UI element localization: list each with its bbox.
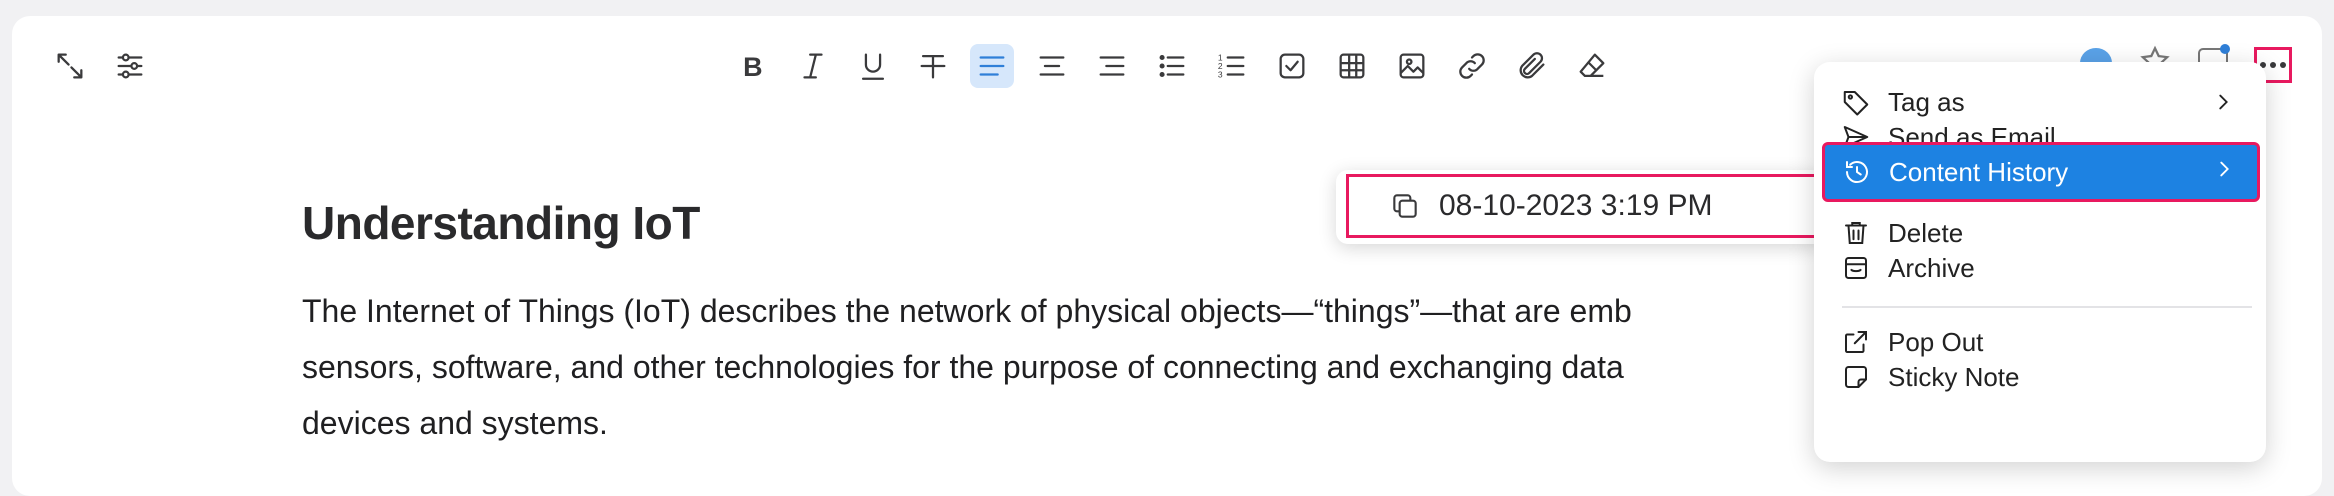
content-history-submenu: 08-10-2023 3:19 PM bbox=[1336, 170, 1828, 244]
sticky-note-icon bbox=[1840, 361, 1872, 393]
history-entry[interactable]: 08-10-2023 3:19 PM bbox=[1346, 174, 1828, 238]
bullet-list-icon[interactable] bbox=[1150, 44, 1194, 88]
menu-item-label: Sticky Note bbox=[1888, 361, 2020, 392]
more-dot bbox=[2270, 62, 2276, 68]
menu-item-sticky-note[interactable]: Sticky Note bbox=[1824, 353, 2256, 401]
align-center-icon[interactable] bbox=[1030, 44, 1074, 88]
body-line: sensors, software, and other technologie… bbox=[302, 349, 1624, 385]
svg-text:B: B bbox=[743, 52, 762, 82]
body-line: The Internet of Things (IoT) describes t… bbox=[302, 293, 1632, 329]
expand-icon[interactable] bbox=[48, 44, 92, 88]
strikethrough-icon[interactable] bbox=[911, 44, 955, 88]
note-body[interactable]: The Internet of Things (IoT) describes t… bbox=[302, 283, 1902, 451]
align-right-icon[interactable] bbox=[1090, 44, 1134, 88]
image-icon[interactable] bbox=[1390, 44, 1434, 88]
copy-icon bbox=[1393, 194, 1417, 218]
link-icon[interactable] bbox=[1450, 44, 1494, 88]
eraser-icon[interactable] bbox=[1570, 44, 1614, 88]
italic-icon[interactable] bbox=[791, 44, 835, 88]
menu-item-label: Content History bbox=[1889, 156, 2069, 187]
checklist-icon[interactable] bbox=[1270, 44, 1314, 88]
attachment-icon[interactable] bbox=[1510, 44, 1554, 88]
chevron-right-icon bbox=[2219, 94, 2228, 110]
history-entry-date: 08-10-2023 3:19 PM bbox=[1439, 189, 1713, 222]
note-title[interactable]: Understanding IoT bbox=[302, 196, 700, 250]
archive-icon bbox=[1840, 252, 1872, 284]
menu-item-label: Archive bbox=[1888, 252, 1975, 283]
body-line: devices and systems. bbox=[302, 405, 608, 441]
history-icon bbox=[1841, 156, 1873, 188]
align-left-icon[interactable] bbox=[970, 44, 1014, 88]
menu-divider bbox=[1842, 306, 2252, 308]
svg-text:3: 3 bbox=[1218, 69, 1223, 79]
more-options-menu: Tag as Send as Email Content History Del… bbox=[1814, 62, 2266, 462]
table-icon[interactable] bbox=[1330, 44, 1374, 88]
menu-item-content-history[interactable]: Content History bbox=[1822, 142, 2260, 202]
bold-icon[interactable]: B bbox=[731, 44, 775, 88]
notification-dot bbox=[2220, 44, 2230, 54]
more-dot bbox=[2280, 62, 2286, 68]
menu-item-archive[interactable]: Archive bbox=[1824, 244, 2256, 292]
underline-icon[interactable] bbox=[851, 44, 895, 88]
chevron-right-icon bbox=[2220, 161, 2229, 177]
sliders-icon[interactable] bbox=[108, 44, 152, 88]
numbered-list-icon[interactable]: 123 bbox=[1210, 44, 1254, 88]
